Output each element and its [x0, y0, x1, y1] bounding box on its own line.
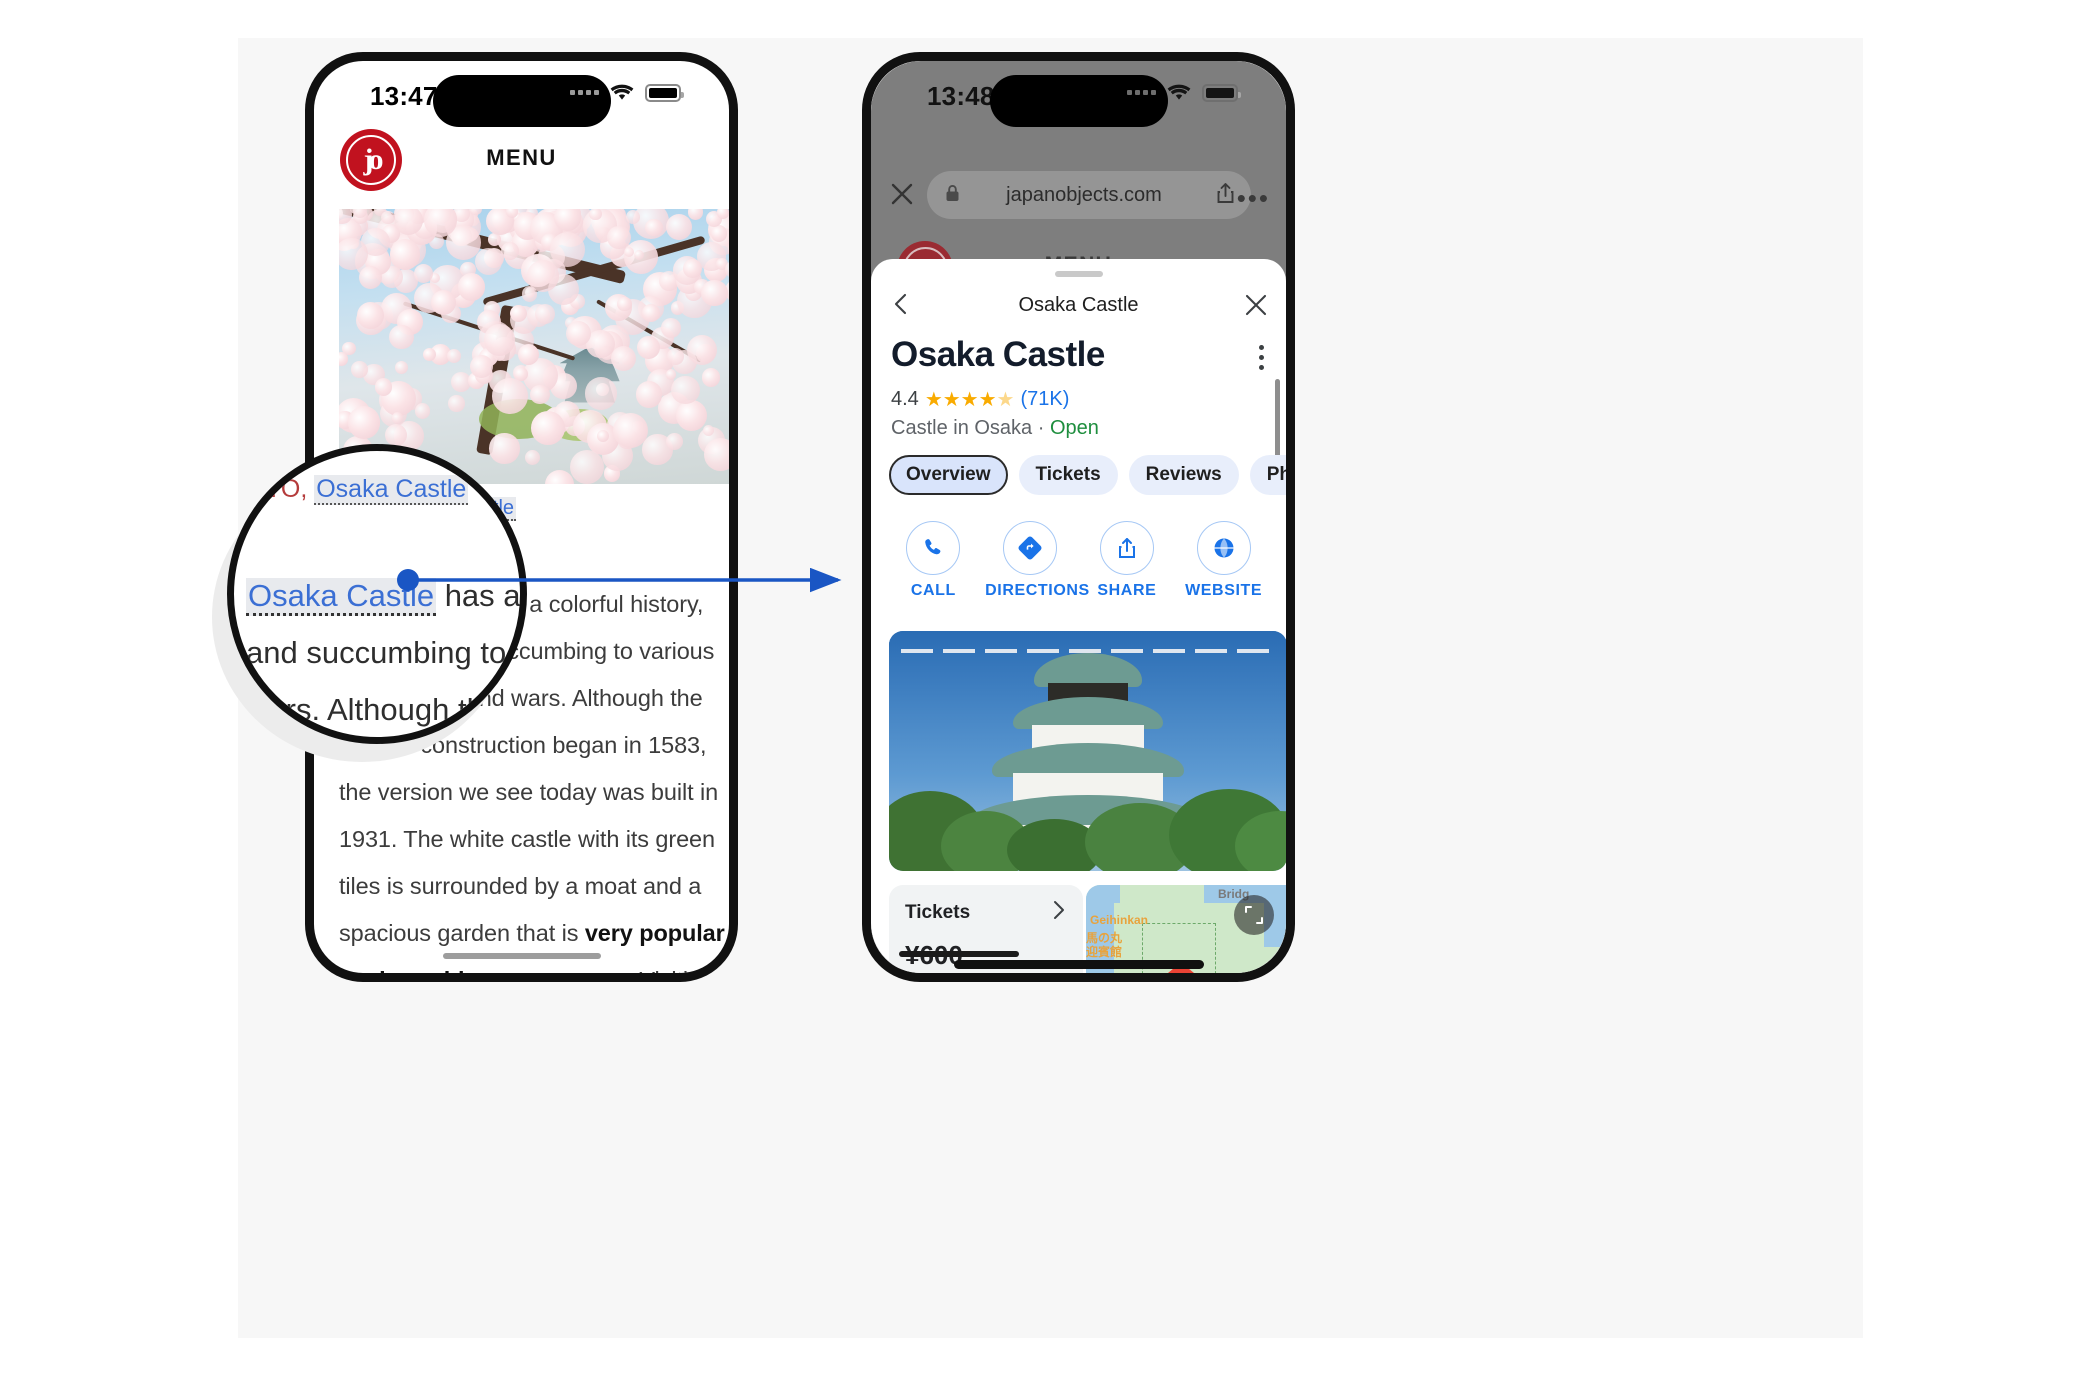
place-separator: ·: [1032, 417, 1050, 439]
magnified-breadcrumb-prefix: NTO,: [248, 475, 308, 503]
signal-icon: [1127, 90, 1156, 95]
menu-button[interactable]: MENU: [486, 145, 556, 171]
right-phone-mockup: 13:48 japanobjects.com ••• Osaka Castle …: [862, 52, 1295, 982]
rating-value: 4.4: [891, 388, 919, 410]
right-status-icons: [1127, 83, 1241, 102]
action-buttons-row: CALL DIRECTIONS SHARE WEBSITE: [871, 521, 1286, 600]
site-header: jo MENU: [314, 123, 729, 209]
google-maps-sheet: Osaka Castle Osaka Castle 4.4 ★★★★★ (71K…: [871, 259, 1286, 973]
url-text: japanobjects.com: [1006, 183, 1162, 206]
right-status-bar: 13:48: [871, 61, 1286, 127]
magnified-line-2: and succumbing to vari: [246, 635, 520, 670]
chevron-right-icon[interactable]: [1051, 899, 1067, 926]
safari-url-bar[interactable]: japanobjects.com: [927, 171, 1251, 219]
action-website-label: WEBSITE: [1185, 582, 1263, 599]
sheet-home-indicator[interactable]: [899, 951, 1019, 957]
right-status-time: 13:48: [927, 81, 995, 111]
hero-image-cherry-blossoms: []: [339, 209, 729, 484]
magnified-breadcrumb-link[interactable]: Osaka Castle: [314, 475, 469, 505]
place-category: Castle in Osaka: [891, 417, 1033, 439]
map-label-geihinkan: Geihinkan: [1090, 913, 1149, 927]
home-indicator[interactable]: [953, 960, 1204, 969]
trees-in-photo: [889, 789, 1286, 871]
sheet-nav-title: Osaka Castle: [1018, 293, 1139, 316]
tab-overview[interactable]: Overview: [889, 455, 1008, 495]
action-share[interactable]: SHARE: [1082, 521, 1172, 600]
wifi-icon: [1166, 83, 1192, 102]
battery-icon: [1202, 83, 1241, 102]
home-indicator[interactable]: [442, 953, 601, 959]
sheet-nav-bar: Osaka Castle: [871, 283, 1286, 327]
magnified-line-1: Osaka Castle has a colo: [246, 567, 521, 624]
phone-icon: [906, 521, 961, 575]
tab-reviews[interactable]: Reviews: [1128, 455, 1239, 495]
magnified-line-3: wars. Although the or: [246, 692, 527, 727]
connector-origin-dot: [397, 569, 419, 591]
magnified-line-1-rest: has a colo: [444, 578, 521, 613]
left-status-icons: [570, 83, 684, 102]
action-share-label: SHARE: [1097, 582, 1157, 599]
left-status-bar: 13:47: [314, 61, 729, 127]
directions-icon: [1003, 521, 1058, 575]
sheet-drag-handle[interactable]: [1054, 271, 1103, 277]
overflow-menu-icon[interactable]: [1259, 345, 1264, 375]
magnified-breadcrumb: NTO, Osaka Castle: [248, 475, 469, 505]
globe-icon: [1196, 521, 1251, 575]
action-call-label: CALL: [910, 582, 956, 599]
safari-close-button[interactable]: [889, 181, 915, 212]
place-hero-photo[interactable]: [889, 631, 1286, 871]
battery-icon: [645, 83, 684, 102]
back-chevron-icon[interactable]: [889, 291, 915, 322]
japanobjects-logo[interactable]: jo: [340, 129, 402, 191]
logo-monogram: jo: [346, 135, 396, 185]
wifi-icon: [609, 83, 635, 102]
place-category-status: Castle in Osaka · Open: [891, 417, 1099, 440]
more-icon[interactable]: •••: [1237, 185, 1270, 211]
action-website[interactable]: WEBSITE: [1179, 521, 1269, 600]
review-count[interactable]: (71K): [1020, 388, 1069, 411]
category-tabs: OverviewTicketsReviewsPhotosTours: [889, 455, 1286, 495]
map-label-jp-2: 迎賓館: [1086, 945, 1123, 959]
tab-tickets[interactable]: Tickets: [1018, 455, 1118, 495]
share-icon[interactable]: [1216, 182, 1235, 209]
action-directions[interactable]: DIRECTIONS: [985, 521, 1090, 600]
action-directions-label: DIRECTIONS: [985, 582, 1090, 599]
rating-row: 4.4 ★★★★★ (71K): [891, 387, 1069, 412]
open-status-badge: Open: [1049, 417, 1099, 439]
close-icon[interactable]: [1244, 293, 1268, 322]
left-status-time: 13:47: [370, 81, 438, 111]
magnifier-lens: NTO, Osaka Castle Osaka Castle has a col…: [227, 444, 527, 744]
magnified-article-text: Osaka Castle has a colo and succumbing t…: [246, 567, 527, 737]
signal-icon: [570, 90, 599, 95]
action-call[interactable]: CALL: [888, 521, 978, 600]
star-rating-icon: ★★★★★: [924, 389, 1015, 411]
place-title: Osaka Castle: [891, 335, 1105, 374]
right-phone-screen: 13:48 japanobjects.com ••• Osaka Castle …: [871, 61, 1286, 973]
expand-icon[interactable]: [1234, 895, 1274, 935]
screenshot-root: 13:47 jo MENU has a colorful history, su…: [0, 0, 2100, 1400]
share-icon: [1099, 521, 1154, 575]
tickets-card-title: Tickets: [905, 901, 971, 923]
tab-photos[interactable]: Photos: [1249, 455, 1286, 495]
